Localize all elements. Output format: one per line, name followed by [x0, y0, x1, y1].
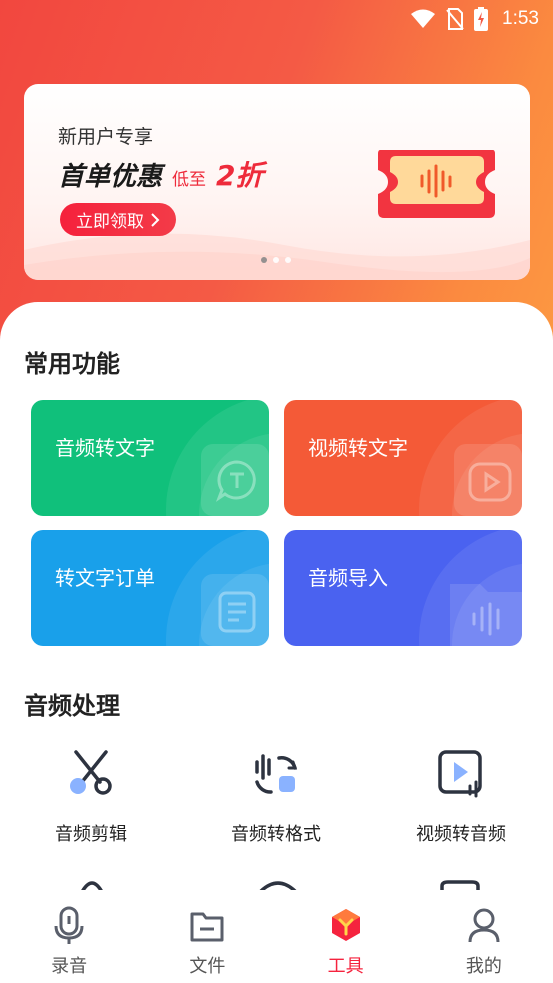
common-functions-title: 常用功能	[24, 350, 120, 378]
claim-button-label: 立即领取	[76, 212, 144, 232]
battery-charging-icon	[474, 7, 489, 31]
transcription-orders-label: 转文字订单	[55, 566, 155, 590]
banner-discount-prefix: 低至	[172, 170, 207, 190]
tab-files[interactable]: 文件	[138, 890, 276, 983]
audio-convert-label: 音频转格式	[231, 824, 321, 845]
audio-import-label: 音频导入	[308, 566, 388, 590]
banner-discount-value: 2折	[216, 159, 264, 192]
audio-import-card[interactable]: 音频导入	[284, 530, 522, 646]
banner-pagination	[261, 257, 291, 263]
pagination-dot	[285, 257, 291, 263]
pagination-dot	[273, 257, 279, 263]
audio-edit-tool[interactable]: 音频剪辑	[16, 748, 166, 846]
banner-headline: 首单优惠 低至 2折	[58, 154, 264, 194]
status-bar: 1:53	[0, 0, 553, 38]
play-icon	[468, 462, 512, 502]
audio-convert-tool[interactable]: 音频转格式	[201, 748, 351, 846]
tab-record-label: 录音	[51, 956, 88, 977]
bottom-tab-bar: 录音 文件 工具 我的	[0, 890, 553, 983]
no-sim-icon	[446, 8, 464, 30]
tab-tools[interactable]: 工具	[277, 890, 415, 983]
wifi-icon	[411, 9, 436, 28]
video-to-audio-label: 视频转音频	[416, 824, 506, 845]
tab-files-label: 文件	[189, 956, 226, 977]
tab-profile[interactable]: 我的	[415, 890, 553, 983]
chevron-right-icon	[151, 212, 160, 227]
tab-record[interactable]: 录音	[0, 890, 138, 983]
folder-waveform-icon	[472, 602, 500, 636]
scissors-icon	[70, 750, 112, 795]
audio-edit-label: 音频剪辑	[55, 824, 127, 845]
claim-button[interactable]: 立即领取	[60, 203, 176, 236]
folder-icon	[190, 912, 224, 942]
transcription-orders-card[interactable]: 转文字订单	[31, 530, 269, 646]
content-sheet: 常用功能 音频转文字 视频转文字 转文字订单 音频导入 音频处理 音频剪辑 音频…	[0, 302, 553, 983]
document-icon	[218, 591, 256, 633]
video-to-text-label: 视频转文字	[308, 436, 408, 460]
speech-bubble-t-icon	[215, 460, 256, 502]
audio-to-text-card[interactable]: 音频转文字	[31, 400, 269, 516]
pagination-dot	[261, 257, 267, 263]
user-icon	[468, 908, 500, 943]
promo-banner[interactable]: 新用户专享 首单优惠 低至 2折 立即领取	[24, 84, 530, 280]
tab-tools-label: 工具	[327, 956, 364, 977]
status-time: 1:53	[502, 8, 539, 29]
banner-title: 首单优惠	[58, 162, 163, 192]
video-to-audio-tool[interactable]: 视频转音频	[386, 748, 536, 846]
banner-kicker: 新用户专享	[58, 126, 154, 148]
audio-processing-title: 音频处理	[24, 692, 120, 720]
video-to-audio-icon	[438, 750, 482, 798]
tab-profile-label: 我的	[465, 956, 502, 977]
tools-cube-icon	[331, 909, 360, 941]
microphone-icon	[54, 906, 84, 944]
coupon-ticket-icon	[378, 150, 495, 218]
convert-format-icon	[255, 754, 298, 794]
audio-to-text-label: 音频转文字	[55, 436, 155, 460]
video-to-text-card[interactable]: 视频转文字	[284, 400, 522, 516]
